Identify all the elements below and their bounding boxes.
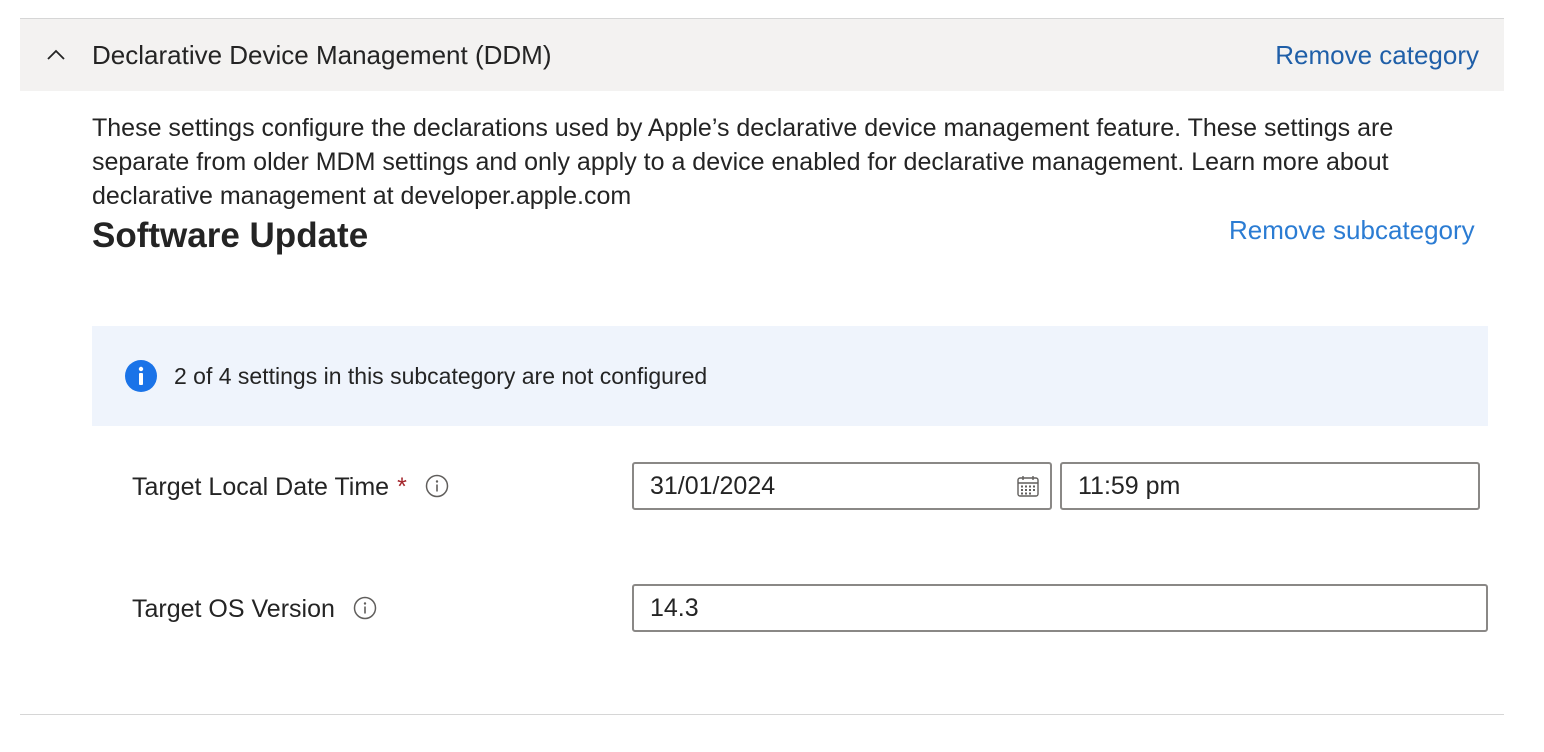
setting-label-text: Target OS Version xyxy=(132,595,335,623)
bottom-divider xyxy=(20,714,1504,715)
calendar-icon[interactable] xyxy=(1016,474,1040,498)
required-marker: * xyxy=(397,473,407,501)
remove-subcategory-link[interactable]: Remove subcategory xyxy=(1229,213,1475,247)
category-title: Declarative Device Management (DDM) xyxy=(92,40,552,70)
info-banner: 2 of 4 settings in this subcategory are … xyxy=(92,326,1488,426)
setting-label-target-local-date-time: Target Local Date Time * xyxy=(132,471,449,503)
info-filled-icon xyxy=(125,360,157,392)
time-input[interactable] xyxy=(1060,462,1480,510)
date-picker[interactable] xyxy=(632,462,1052,510)
remove-category-link[interactable]: Remove category xyxy=(1275,39,1479,71)
chevron-up-icon[interactable] xyxy=(46,45,66,65)
setting-label-text: Target Local Date Time xyxy=(132,473,390,501)
category-description: These settings configure the declaration… xyxy=(92,114,1394,210)
setting-label-target-os-version: Target OS Version xyxy=(132,593,377,625)
info-banner-text: 2 of 4 settings in this subcategory are … xyxy=(174,363,708,389)
category-header[interactable]: Declarative Device Management (DDM) Remo… xyxy=(20,19,1504,91)
subcategory-title: Software Update xyxy=(92,216,369,255)
info-outline-icon[interactable] xyxy=(425,474,449,498)
os-version-input[interactable] xyxy=(632,584,1488,632)
date-input[interactable] xyxy=(632,462,1052,510)
info-outline-icon[interactable] xyxy=(353,596,377,620)
